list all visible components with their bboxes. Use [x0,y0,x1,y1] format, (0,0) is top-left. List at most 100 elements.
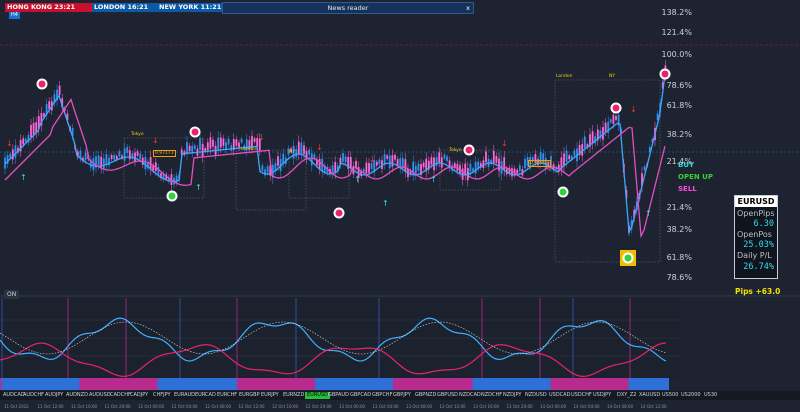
symbol-tab-audusd[interactable]: AUDUSD [89,392,111,399]
trend-strip-bar [129,378,131,390]
symbol-tab-xauusd[interactable]: XAUUSD [639,392,660,399]
symbol-tab-audnzd[interactable]: AUDNZD [66,392,88,399]
symbol-tab-nzdusd[interactable]: NZDUSD [525,392,547,399]
trend-strip-bar [166,378,168,390]
down-arrow-icon: ↓ [369,155,376,164]
symbol-tab-gbpnzd[interactable]: GBPNZD [415,392,436,399]
symbol-tab-nzdjpy[interactable]: NZDJPY [503,392,521,399]
trend-strip-bar [660,378,662,390]
symbol-tab-gbpcad[interactable]: GBPCAD [350,392,371,399]
symbol-tab-chfjpy[interactable]: CHFJPY [153,392,171,399]
symbol-tab-eurusd[interactable]: EURUSD [305,392,330,399]
up-arrow-icon: ↑ [430,175,437,184]
trend-strip-bar [318,378,320,390]
trend-strip-bar [301,378,303,390]
time-tick-label: 11 Oct 12:00 [37,404,64,409]
trend-strip-bar [243,378,245,390]
symbol-tab-usdjpy[interactable]: USDJPY [593,392,611,399]
symbol-tab-audcad[interactable]: AUDCAD [3,392,25,399]
symbol-tab-gbpjpy[interactable]: GBPJPY [393,392,411,399]
candle-body [404,159,407,172]
candle-body [14,145,17,158]
candle-body [300,142,303,155]
symbol-tab-eurjpy[interactable]: EURJPY [261,392,279,399]
trend-strip-bar [373,378,375,390]
trend-strip-bar [58,378,60,390]
trend-strip-bar [289,378,291,390]
symbol-tab-eurnzd[interactable]: EURNZD [283,392,304,399]
symbol-tab-us2000[interactable]: US2000 [681,392,701,399]
time-tick-label: 14 Oct 08:00 [607,404,634,409]
symbol-tab-gbpusd[interactable]: GBPUSD [437,392,458,399]
trend-strip-bar [661,378,663,390]
trend-strip-bar [174,378,176,390]
trend-strip-bar [171,378,173,390]
right-info-panel [730,0,778,150]
symbol-tab-us30[interactable]: US30 [704,392,717,399]
close-icon[interactable]: x [466,3,470,13]
symbol-tab-eurgbp[interactable]: EURGBP [239,392,260,399]
trend-strip-bar [541,378,543,390]
symbol-tab-us500[interactable]: US500 [662,392,678,399]
trend-strip-bar [204,378,206,390]
symbol-tab-euraud[interactable]: EURAUD [174,392,195,399]
trend-strip-bar [456,378,458,390]
trend-strip-bar [81,378,83,390]
trend-strip-bar [600,378,602,390]
symbol-tab-gbpaud[interactable]: GBPAUD [328,392,349,399]
trend-strip-bar [355,378,357,390]
trend-strip-bar [96,378,98,390]
symbol-tab-nzdchf[interactable]: NZDCHF [481,392,502,399]
price-tag-1: 0.97171 [153,150,176,157]
time-tick-label: 12 Oct 00:00 [138,404,165,409]
timeframe-badge[interactable]: H4 [9,12,20,19]
trend-strip-bar [117,378,119,390]
trend-strip-bar [370,378,372,390]
symbol-tab-eurcad[interactable]: EURCAD [195,392,216,399]
trend-strip-bar [127,378,129,390]
trend-strip-bar [399,378,401,390]
symbol-tab-usdcad[interactable]: USDCAD [549,392,570,399]
trend-strip-bar [100,378,102,390]
trend-strip-bar [307,378,309,390]
symbol-tab-eurchf[interactable]: EURCHF [217,392,237,399]
trend-strip-bar [520,378,522,390]
symbol-tab-audjpy[interactable]: AUDJPY [45,392,63,399]
trend-strip-bar [517,378,519,390]
candle-body [219,137,222,148]
candle-body [394,154,396,160]
symbol-tab-gbpchf[interactable]: GBPCHF [372,392,392,399]
candle-body [126,147,129,154]
candle-body [136,151,139,156]
trend-strip-bar [13,378,15,390]
candle-body [573,150,576,156]
candle-body [303,145,305,155]
trend-strip-bar [522,378,524,390]
symbol-tab-cadjpy[interactable]: CADJPY [130,392,148,399]
symbol-tab-audchf[interactable]: AUDCHF [23,392,44,399]
trend-strip-bar [601,378,603,390]
symbol-tab-cadchf[interactable]: CADCHF [110,392,131,399]
trend-strip-bar [270,378,272,390]
trend-strip-bar [310,378,312,390]
time-tick-label: 12 Oct 16:00 [272,404,299,409]
symbol-tab-nzdcad[interactable]: NZDCAD [459,392,481,399]
symbol-tab-dxy_z2[interactable]: DXY_Z2 [617,392,636,399]
candle-body [9,153,12,158]
up-arrow-icon: ↑ [382,199,389,208]
symbol-tab-usdchf[interactable]: USDCHF [571,392,592,399]
trend-strip-bar [255,378,257,390]
oscillator-toggle[interactable]: ON [4,290,20,299]
trend-strip-bar [177,378,179,390]
trend-strip-bar [325,378,327,390]
trend-strip-bar [459,378,461,390]
news-reader-bar[interactable]: News reader x [222,2,474,14]
candle-body [253,138,256,142]
candle-body [230,145,233,151]
trend-strip-bar [561,378,563,390]
trend-strip-bar [331,378,333,390]
trend-strip-bar [327,378,329,390]
trend-strip-bar [471,378,473,390]
trend-strip-bar [465,378,467,390]
trend-strip-bar [43,378,45,390]
